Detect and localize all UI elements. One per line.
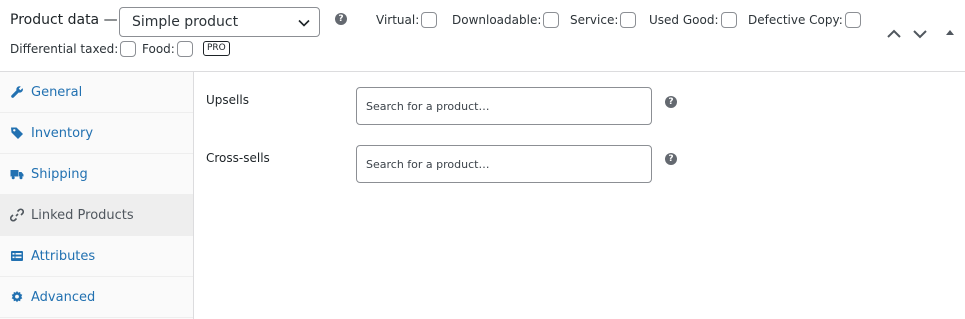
differential-taxed-label: Differential taxed: <box>10 42 119 56</box>
differential-taxed-option: Differential taxed: <box>10 41 137 57</box>
tab-shipping-label: Shipping <box>31 166 88 182</box>
product-data-tabs: General Inventory Shipping Linked Produc… <box>0 72 194 319</box>
tab-attributes[interactable]: Attributes <box>0 236 193 277</box>
link-icon <box>10 208 24 222</box>
tab-inventory-label: Inventory <box>31 125 94 141</box>
service-option: Service: <box>570 12 637 28</box>
used-good-label: Used Good: <box>649 13 719 27</box>
used-good-checkbox[interactable] <box>720 12 737 28</box>
upsells-search-input[interactable] <box>356 87 652 125</box>
tab-general-label: General <box>31 84 83 100</box>
tab-advanced[interactable]: Advanced <box>0 277 193 318</box>
upsells-help-icon[interactable]: ? <box>665 96 677 108</box>
tab-shipping[interactable]: Shipping <box>0 154 193 195</box>
help-icon[interactable]: ? <box>335 13 347 25</box>
defective-copy-label: Defective Copy: <box>748 13 843 27</box>
list-icon <box>11 251 23 261</box>
service-label: Service: <box>570 13 619 27</box>
cross-sells-search-input[interactable] <box>356 145 652 183</box>
tag-icon <box>11 127 23 139</box>
wrench-icon <box>11 86 23 98</box>
cross-sells-help-icon[interactable]: ? <box>665 153 677 165</box>
virtual-option: Virtual: <box>376 12 438 28</box>
food-checkbox[interactable] <box>176 41 193 57</box>
product-type-value: Simple product <box>132 14 239 30</box>
collapse-toggle-icon[interactable] <box>943 26 957 40</box>
used-good-option: Used Good: <box>649 12 737 28</box>
tab-advanced-label: Advanced <box>31 289 96 305</box>
defective-copy-option: Defective Copy: <box>748 12 861 28</box>
tab-general[interactable]: General <box>0 72 193 113</box>
truck-icon <box>10 170 24 180</box>
food-label: Food: <box>142 42 175 56</box>
differential-taxed-checkbox[interactable] <box>120 41 137 57</box>
pro-badge: PRO <box>203 41 230 56</box>
tab-attributes-label: Attributes <box>31 248 96 264</box>
food-option: Food: <box>142 41 193 57</box>
downloadable-option: Downloadable: <box>452 12 560 28</box>
panel-title: Product data — <box>10 12 118 28</box>
virtual-checkbox[interactable] <box>421 12 438 28</box>
linked-products-panel: Upsells ? Cross-sells ? <box>195 72 965 319</box>
tab-inventory[interactable]: Inventory <box>0 113 193 154</box>
defective-copy-checkbox[interactable] <box>844 12 861 28</box>
product-type-select[interactable]: Simple product <box>119 7 320 37</box>
downloadable-checkbox[interactable] <box>543 12 560 28</box>
cross-sells-label: Cross-sells <box>206 151 270 165</box>
virtual-label: Virtual: <box>376 13 420 27</box>
gear-icon <box>11 291 23 303</box>
chevron-down-icon <box>298 19 310 27</box>
tab-linked-products[interactable]: Linked Products <box>0 195 193 236</box>
upsells-label: Upsells <box>206 93 249 107</box>
service-checkbox[interactable] <box>620 12 637 28</box>
move-up-icon[interactable] <box>886 26 902 42</box>
downloadable-label: Downloadable: <box>452 13 542 27</box>
tab-linked-products-label: Linked Products <box>31 207 134 223</box>
product-data-header: Product data — Simple product ? Virtual:… <box>0 0 965 72</box>
move-down-icon[interactable] <box>912 26 928 42</box>
